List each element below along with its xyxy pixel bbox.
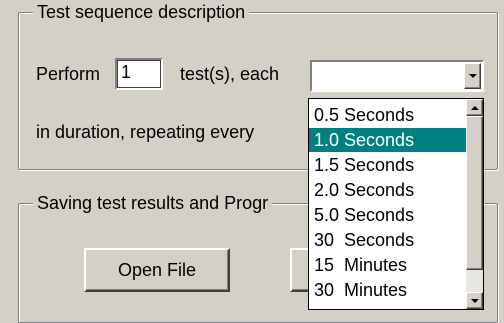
chevron-down-icon — [468, 74, 477, 78]
scroll-up-button[interactable] — [466, 99, 483, 116]
scroll-down-button[interactable] — [466, 292, 483, 309]
duration-combobox[interactable] — [310, 60, 484, 92]
option-5-0-seconds[interactable]: 5.0 Seconds — [309, 203, 467, 227]
dropdown-scrollbar[interactable] — [466, 99, 483, 309]
test-count-input[interactable]: 1 — [115, 58, 163, 90]
perform-label: Perform — [36, 64, 101, 84]
option-30-minutes[interactable]: 30 Minutes — [309, 278, 467, 302]
repeat-label: in duration, repeating every — [36, 122, 255, 142]
option-15-minutes[interactable]: 15 Minutes — [309, 253, 467, 277]
option-1-5-seconds[interactable]: 1.5 Seconds — [309, 153, 467, 177]
option-1-0-seconds[interactable]: 1.0 Seconds — [309, 128, 467, 152]
option-0-5-seconds[interactable]: 0.5 Seconds — [309, 103, 467, 127]
tests-each-label: test(s), each — [180, 64, 280, 84]
scroll-thumb[interactable] — [466, 116, 483, 270]
arrow-down-icon — [470, 298, 479, 303]
saving-title: Saving test results and Progr — [33, 192, 273, 214]
open-file-button[interactable]: Open File — [84, 248, 230, 292]
option-2-0-seconds[interactable]: 2.0 Seconds — [309, 178, 467, 202]
duration-dropdown-list[interactable]: 0.5 Seconds 1.0 Seconds 1.5 Seconds 2.0 … — [308, 98, 484, 310]
arrow-up-icon — [470, 105, 479, 110]
duration-dropdown-button[interactable] — [464, 63, 481, 89]
option-30-seconds[interactable]: 30 Seconds — [309, 228, 467, 252]
test-sequence-title: Test sequence description — [33, 1, 250, 23]
